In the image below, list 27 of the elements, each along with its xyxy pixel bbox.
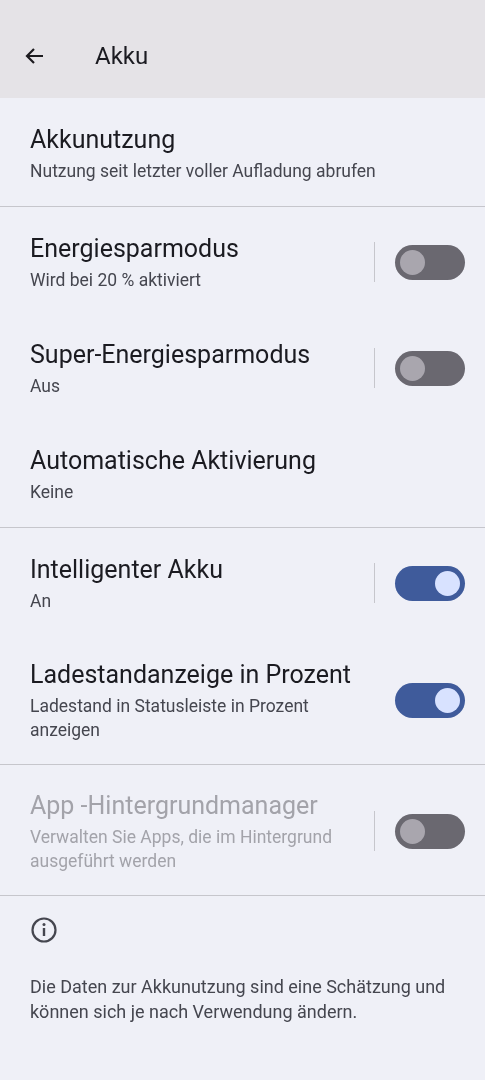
setting-summary: Aus (30, 375, 61, 398)
setting-title: Automatische Aktivierung (30, 445, 317, 477)
page-title: Akku (95, 41, 149, 72)
footer-note: Die Daten zur Akkunutzung sind eine Schätzung und können sich je nach Verwendung ändern. (30, 975, 447, 1024)
toggle-switch[interactable] (395, 244, 465, 280)
setting-row[interactable]: Akkunutzung Nutzung seit letzter voller Aufladung abrufen (0, 98, 485, 206)
info-icon (30, 916, 58, 944)
setting-summary: Verwalten Sie Apps, die im Hintergrund ausgeführt werden (30, 826, 333, 873)
toggle-switch[interactable] (395, 565, 465, 601)
setting-summary: Keine (30, 481, 75, 504)
setting-row[interactable]: Super-Energiesparmodus Aus (0, 315, 485, 421)
toggle-switch[interactable] (395, 682, 465, 718)
setting-title: Super-Energiesparmodus (30, 339, 312, 371)
setting-summary: Ladestand in Statusleiste in Prozent anzeigen (30, 695, 310, 742)
setting-title: Energiesparmodus (30, 233, 240, 265)
setting-row[interactable]: Energiesparmodus Wird bei 20 % aktiviert (0, 207, 485, 315)
setting-title: Intelligenter Akku (30, 554, 224, 586)
setting-row[interactable]: Intelligenter Akku An (0, 528, 485, 636)
setting-title: Ladestandanzeige in Prozent (30, 659, 353, 691)
setting-summary: An (30, 590, 53, 613)
setting-summary: Wird bei 20 % aktiviert (30, 269, 203, 292)
toggle-switch[interactable] (395, 350, 465, 386)
setting-title: Akkunutzung (30, 124, 177, 156)
setting-row[interactable]: Ladestandanzeige in Prozent Ladestand in Statusleiste in Prozent anzeigen (0, 636, 485, 764)
setting-summary: Nutzung seit letzter voller Aufladung abrufen (30, 160, 377, 183)
setting-title: App -Hintergrundmanager (30, 790, 319, 822)
setting-row[interactable]: Automatische Aktivierung Keine (0, 421, 485, 527)
